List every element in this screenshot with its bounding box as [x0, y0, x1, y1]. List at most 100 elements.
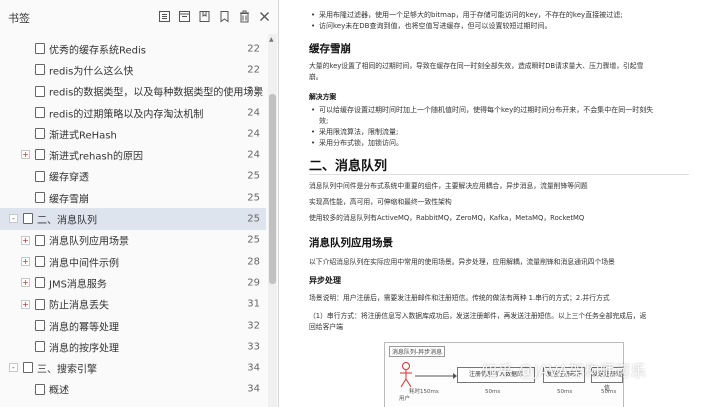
bookmark-item-label: 三、搜索引擎 — [37, 364, 97, 376]
page-bookmark-icon — [35, 64, 45, 76]
bookmark-item[interactable]: + 防止消息丢失 31 — [0, 294, 266, 315]
bookmark-item[interactable]: 缓存雪崩 25 — [0, 187, 266, 208]
serial-paragraph-line-2: 回给客户端 — [309, 323, 343, 331]
bookmark-item[interactable]: + JMS消息服务 29 — [0, 272, 266, 293]
page-bookmark-icon — [35, 43, 45, 54]
collapse-minus-icon[interactable]: - — [9, 363, 18, 373]
add-bookmark-icon[interactable] — [198, 10, 211, 23]
bookmark-item[interactable]: 缓存穿透 25 — [0, 166, 266, 187]
bookmark-item-label: redis的过期策略以及内存淘汰机制 — [49, 109, 204, 121]
bookmark-panel-header: 书签 — [0, 0, 279, 34]
page-bookmark-icon — [35, 319, 45, 331]
bookmark-icon[interactable] — [218, 10, 231, 23]
diagram-title: 消息队列-异步消息 — [389, 346, 446, 357]
bookmark-item[interactable]: 渐进式ReHash 24 — [0, 123, 266, 144]
bookmark-page-number: 31 — [247, 298, 260, 310]
mq-paragraph-2: 实现高性能，高可用，可伸缩和最终一致性架构 — [309, 198, 452, 206]
expand-plus-icon[interactable]: + — [21, 299, 30, 309]
page-bookmark-icon — [35, 85, 45, 97]
bookmark-item-label: 缓存雪崩 — [49, 194, 89, 206]
bookmark-item-label: 消息中间件示例 — [49, 258, 119, 270]
heading-divider — [309, 174, 689, 175]
page-bookmark-icon — [35, 341, 45, 353]
collapse-all-icon[interactable] — [178, 10, 191, 23]
expand-plus-icon[interactable]: + — [21, 256, 30, 266]
page-bookmark-icon — [23, 362, 33, 374]
page-bookmark-icon — [35, 383, 45, 395]
page-bookmark-icon — [35, 277, 45, 289]
close-icon[interactable] — [258, 10, 271, 23]
page-bookmark-icon — [35, 128, 45, 140]
bookmark-page-number: 25 — [247, 213, 260, 225]
bookmark-item[interactable]: - 三、搜索引擎 34 — [0, 357, 266, 378]
list-item: 采用布隆过滤器，使用一个足够大的bitmap，用于存储可能访问的key，不存在的… — [309, 10, 709, 21]
bookmark-item[interactable]: redis为什么这么快 22 — [0, 59, 266, 80]
bookmark-item[interactable]: 消息的幂等处理 32 — [0, 315, 266, 336]
flow-arrow-icon — [415, 373, 457, 379]
list-item: 访问key未在DB查询到值，也将空值写进缓存，但可以设置较短过期时间。 — [309, 21, 709, 32]
page-bookmark-icon — [35, 170, 45, 182]
bookmark-item[interactable]: + 消息队列应用场景 25 — [0, 230, 266, 251]
bookmark-page-number: 22 — [247, 64, 260, 76]
bookmark-item[interactable]: 优秀的缓存系统Redis 22 — [0, 38, 266, 59]
diagram-time-3: 50ms — [601, 389, 617, 395]
avalanche-paragraph-line-1: 大量的key设置了相同的过期时间，导致在缓存在同一时刻全部失效，造成瞬时DB请求… — [309, 62, 644, 70]
list-item: 效; — [319, 117, 329, 125]
collapse-minus-icon[interactable]: - — [9, 214, 18, 224]
section-message-queue-title: 二、消息队列 — [309, 159, 388, 174]
bookmark-page-number: 32 — [247, 320, 260, 331]
bookmark-scrollbar[interactable]: ▲ — [268, 34, 277, 407]
page-bookmark-icon — [35, 255, 45, 267]
bookmark-item-label: 优秀的缓存系统Redis — [49, 45, 146, 57]
bookmark-page-number: 29 — [247, 277, 260, 289]
bookmark-item[interactable]: 消息的按序处理 33 — [0, 336, 266, 357]
bookmark-page-number: 25 — [247, 234, 260, 246]
bookmark-page-number: 33 — [247, 341, 260, 353]
expand-plus-icon[interactable]: + — [21, 150, 30, 160]
list-item: 采用分布式锁，加锁访问。 — [309, 138, 709, 149]
bookmark-item[interactable]: + 消息中间件示例 28 — [0, 251, 266, 272]
section-mq-scenarios-title: 消息队列应用场景 — [309, 237, 393, 249]
scrollbar-thumb[interactable] — [269, 94, 276, 284]
user-actor-icon — [400, 362, 412, 388]
list-item: 采用限流算法，限制流量; — [309, 127, 709, 138]
bookmark-panel: 书签 优秀的缓存系统Redis 22 redis为什么这么快 22 redis的数据类型… — [0, 0, 279, 407]
section-async-title: 异步处理 — [309, 276, 341, 285]
diagram-total-time: 耗时150ms — [409, 389, 439, 395]
bookmark-panel-title: 书签 — [8, 12, 30, 25]
list-item: 可以给缓存设置过期时间时加上一个随机值时间，使得每个key的过期时间分布开来，不… — [309, 105, 709, 116]
bookmark-item-label: 渐进式ReHash — [49, 130, 117, 142]
serial-paragraph-line-1: （1）串行方式：将注册信息写入数据库成功后，发送注册邮件，再发送注册短信。以上三… — [309, 312, 647, 320]
bookmark-item[interactable]: redis的数据类型，以及每种数据类型的使用场景 23 — [0, 81, 266, 102]
bookmark-item-label: 防止消息丢失 — [49, 300, 109, 312]
bookmark-item[interactable]: - 二、消息队列 25 — [0, 208, 266, 230]
avalanche-paragraph-line-2: 崩。 — [309, 73, 323, 81]
bookmark-item[interactable]: + 渐进式rehash的原因 24 — [0, 144, 266, 165]
solution-title: 解决方案 — [309, 93, 337, 101]
expand-plus-icon[interactable]: + — [21, 278, 30, 288]
bookmark-page-number: 25 — [247, 170, 260, 182]
bookmark-item-label: 二、消息队列 — [37, 215, 97, 227]
async-paragraph: 场景说明：用户注册后，需要发注册邮件和注册短信。传统的做法有两种 1.串行的方式… — [309, 294, 610, 302]
page-bookmark-icon — [35, 106, 45, 118]
document-view[interactable]: 采用布隆过滤器，使用一个足够大的bitmap，用于存储可能访问的key，不存在的… — [279, 0, 720, 407]
expand-plus-icon[interactable]: + — [21, 235, 30, 245]
delete-icon[interactable] — [238, 10, 251, 23]
bookmark-page-number: 22 — [247, 43, 260, 55]
mq-paragraph-3: 使用较多的消息队列有ActiveMQ，RabbitMQ，ZeroMQ，Kafka… — [309, 214, 585, 222]
bookmark-page-number: 24 — [247, 128, 260, 140]
bookmark-item[interactable]: 概述 34 — [0, 379, 266, 400]
bookmark-tree: 优秀的缓存系统Redis 22 redis为什么这么快 22 redis的数据类型，以及… — [0, 38, 266, 400]
scenario-paragraph: 以下介绍消息队列在实际应用中常用的使用场景。异步处理，应用解耦，流量削锋和消息通… — [309, 258, 615, 266]
bookmark-page-number: 34 — [247, 383, 260, 395]
page-bookmark-icon — [35, 234, 45, 246]
bookmark-page-number: 24 — [247, 149, 260, 161]
pdf-reader-window: 书签 优秀的缓存系统Redis 22 redis为什么这么快 22 redis的数据类型… — [0, 0, 720, 407]
scroll-up-arrow-icon[interactable]: ▲ — [269, 36, 274, 43]
expand-all-icon[interactable] — [158, 10, 171, 23]
bookmark-item-label: 消息的按序处理 — [49, 343, 119, 355]
page-bookmark-icon — [35, 298, 45, 310]
bookmark-item-label: redis为什么这么快 — [49, 66, 134, 78]
solution-bullets: 可以给缓存设置过期时间时加上一个随机值时间，使得每个key的过期时间分布开来，不… — [309, 105, 709, 149]
bookmark-item[interactable]: redis的过期策略以及内存淘汰机制 24 — [0, 102, 266, 123]
